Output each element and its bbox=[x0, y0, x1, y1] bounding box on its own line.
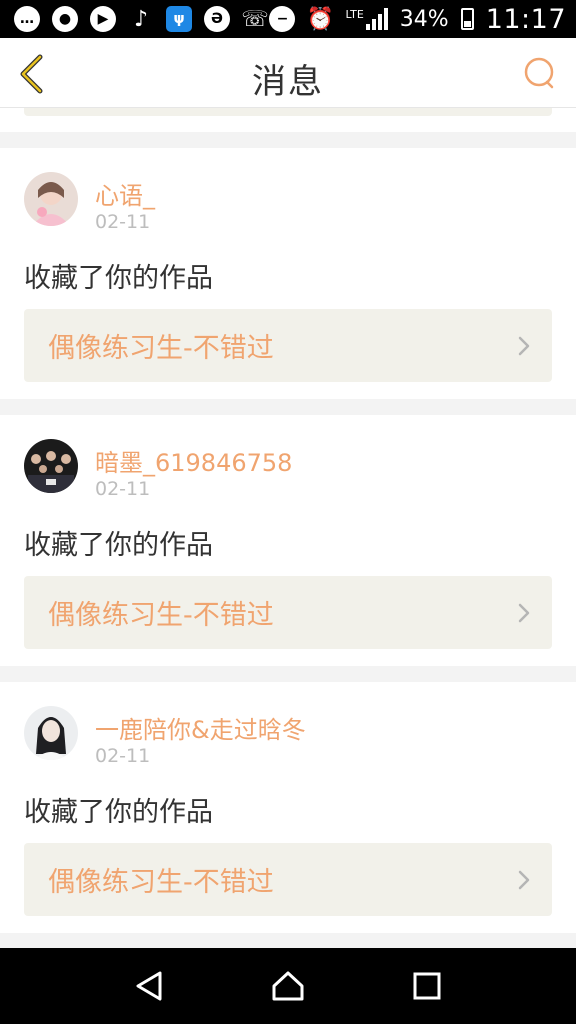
action-text: 收藏了你的作品 bbox=[24, 263, 213, 294]
work-link[interactable]: 偶像练习生-不错过 bbox=[24, 843, 552, 916]
chevron-right-icon bbox=[518, 336, 530, 355]
action-text: 收藏了你的作品 bbox=[24, 530, 213, 561]
message-date: 02-11 bbox=[95, 745, 151, 767]
system-icons: − ⏰ LTE 34% 11:17 bbox=[269, 4, 566, 35]
previous-card-tail bbox=[0, 108, 576, 132]
network-type: LTE bbox=[345, 8, 364, 21]
missed-call-icon: ☏ bbox=[241, 6, 269, 32]
hotspot-icon: ψ bbox=[166, 6, 192, 32]
page-title: 消息 bbox=[252, 62, 324, 102]
nav-home-button[interactable] bbox=[258, 956, 318, 1016]
chat-app-icon: Ә bbox=[204, 6, 230, 32]
battery-icon bbox=[460, 8, 474, 30]
status-bar: … ● ▶ ♪ ψ Ә ☏ − ⏰ LTE 34% 11:17 bbox=[0, 0, 576, 38]
username[interactable]: 一鹿陪你&走过晗冬 bbox=[95, 710, 306, 745]
message-date: 02-11 bbox=[95, 211, 151, 233]
notification-icons: … ● ▶ ♪ ψ Ә ☏ bbox=[14, 6, 269, 32]
clock: 11:17 bbox=[485, 3, 566, 35]
message-icon: … bbox=[14, 6, 40, 32]
message-list[interactable]: 心语_ 02-11 收藏了你的作品 偶像练习生-不错过 暗墨_619846758 bbox=[0, 108, 576, 948]
recents-square-icon bbox=[413, 972, 441, 1000]
avatar[interactable] bbox=[24, 172, 78, 226]
do-not-disturb-icon: − bbox=[269, 6, 296, 32]
work-title: 偶像练习生-不错过 bbox=[48, 333, 274, 364]
cell-signal: LTE bbox=[345, 8, 388, 30]
header: 消息 bbox=[0, 38, 576, 108]
chat-bubble-icon bbox=[524, 57, 554, 89]
system-nav-bar bbox=[0, 948, 576, 1024]
message-card: 暗墨_619846758 02-11 收藏了你的作品 偶像练习生-不错过 bbox=[0, 415, 576, 666]
app-icon: ● bbox=[52, 6, 78, 32]
message-date: 02-11 bbox=[95, 478, 151, 500]
chevron-right-icon bbox=[518, 870, 530, 889]
home-icon bbox=[272, 971, 304, 1001]
work-link[interactable]: 偶像练习生-不错过 bbox=[24, 309, 552, 382]
username[interactable]: 心语_ bbox=[95, 176, 155, 211]
tiktok-icon: ♪ bbox=[133, 6, 149, 32]
chevron-right-icon bbox=[518, 603, 530, 622]
message-card: 一鹿陪你&走过晗冬 02-11 收藏了你的作品 偶像练习生-不错过 bbox=[0, 682, 576, 933]
triangle-back-icon bbox=[136, 971, 162, 1001]
battery-percent: 34% bbox=[399, 6, 449, 32]
work-link[interactable]: 偶像练习生-不错过 bbox=[24, 576, 552, 649]
video-app-icon: ▶ bbox=[90, 6, 116, 32]
message-card: 心语_ 02-11 收藏了你的作品 偶像练习生-不错过 bbox=[0, 148, 576, 399]
avatar[interactable] bbox=[24, 439, 78, 493]
work-title: 偶像练习生-不错过 bbox=[48, 867, 274, 898]
avatar[interactable] bbox=[24, 706, 78, 760]
nav-back-button[interactable] bbox=[119, 956, 179, 1016]
nav-recents-button[interactable] bbox=[397, 956, 457, 1016]
signal-icon bbox=[365, 8, 388, 30]
username[interactable]: 暗墨_619846758 bbox=[95, 443, 292, 478]
chat-button[interactable] bbox=[522, 56, 556, 90]
alarm-icon: ⏰ bbox=[306, 6, 335, 32]
action-text: 收藏了你的作品 bbox=[24, 797, 213, 828]
work-title: 偶像练习生-不错过 bbox=[48, 600, 274, 631]
